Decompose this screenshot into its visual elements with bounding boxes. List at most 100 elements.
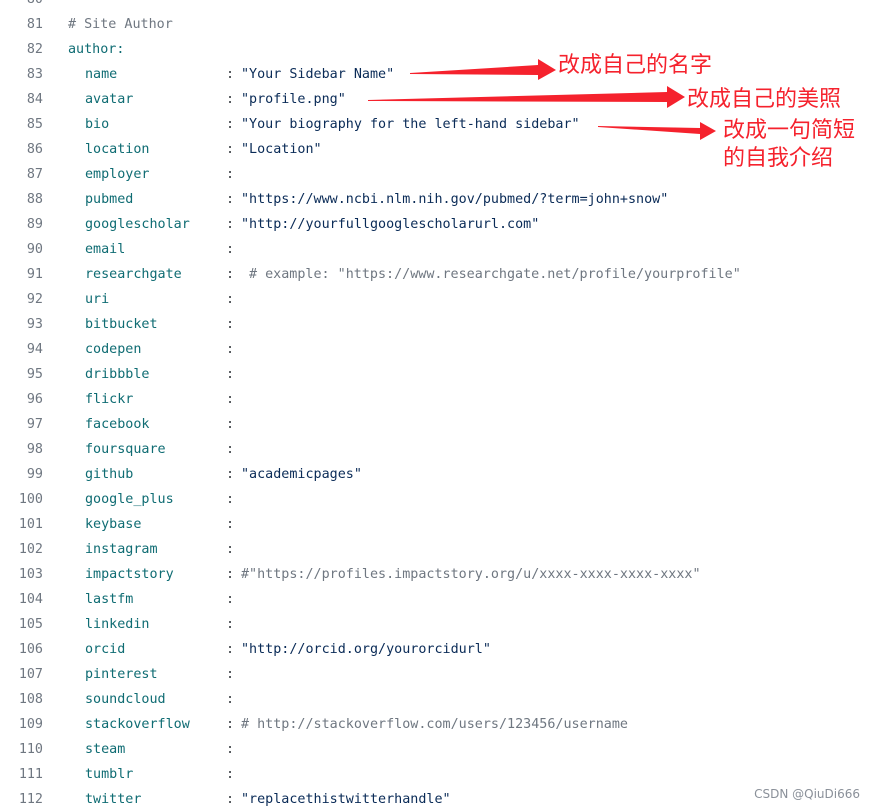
yaml-colon: : <box>226 67 235 82</box>
line-number: 93 <box>26 317 43 332</box>
yaml-comment: # example: "https://www.researchgate.net… <box>249 267 741 282</box>
yaml-value: "https://www.ncbi.nlm.nih.gov/pubmed/?te… <box>241 192 669 207</box>
code-line: 106 orcid: "http://orcid.org/yourorcidurl" <box>0 637 875 662</box>
yaml-colon: : <box>226 367 235 382</box>
yaml-key: steam <box>85 742 126 757</box>
yaml-key: googlescholar <box>85 217 190 232</box>
yaml-comment: #"https://profiles.impactstory.org/u/xxx… <box>241 567 701 582</box>
yaml-colon: : <box>226 192 235 207</box>
yaml-colon: : <box>226 167 235 182</box>
yaml-key: codepen <box>85 342 142 357</box>
code-line: 98 foursquare: <box>0 437 875 462</box>
code-line: 109 stackoverflow: # http://stackoverflow.… <box>0 712 875 737</box>
yaml-key: name <box>85 67 118 82</box>
code-line: 101 keybase: <box>0 512 875 537</box>
code-line: 108 soundcloud: <box>0 687 875 712</box>
code-line: 97 facebook: <box>0 412 875 437</box>
line-number: 109 <box>18 717 43 732</box>
code-line: 93 bitbucket: <box>0 312 875 337</box>
yaml-key: orcid <box>85 642 126 657</box>
yaml-value: "http://orcid.org/yourorcidurl" <box>241 642 491 657</box>
yaml-colon: : <box>226 767 235 782</box>
line-number: 101 <box>18 517 43 532</box>
yaml-colon: : <box>226 292 235 307</box>
line-number: 88 <box>26 192 43 207</box>
yaml-value: "http://yourfullgooglescholarurl.com" <box>241 217 540 232</box>
line-number: 94 <box>26 342 43 357</box>
line-number: 96 <box>26 392 43 407</box>
yaml-key: lastfm <box>85 592 134 607</box>
yaml-colon: : <box>226 442 235 457</box>
code-line: 89 googlescholar: "http://yourfullgooglesc… <box>0 212 875 237</box>
yaml-colon: : <box>226 567 235 582</box>
line-number: 84 <box>26 92 43 107</box>
yaml-colon: : <box>226 617 235 632</box>
code-line: 112 twitter: "replacethistwitterhandle" <box>0 787 875 812</box>
annotation-change-bio: 改成一句简短 的自我介绍 <box>723 118 856 171</box>
yaml-key: avatar <box>85 92 134 107</box>
line-number: 99 <box>26 467 43 482</box>
line-number: 106 <box>18 642 43 657</box>
line-number: 111 <box>18 767 43 782</box>
line-number: 87 <box>26 167 43 182</box>
code-line: 90 email: <box>0 237 875 262</box>
yaml-key: impactstory <box>85 567 174 582</box>
code-line: 107 pinterest: <box>0 662 875 687</box>
line-number: 86 <box>26 142 43 157</box>
line-number: 95 <box>26 367 43 382</box>
yaml-value: "Your Sidebar Name" <box>241 67 395 82</box>
code-line: 105 linkedin: <box>0 612 875 637</box>
yaml-key: employer <box>85 167 150 182</box>
yaml-colon: : <box>226 467 235 482</box>
yaml-colon: : <box>226 342 235 357</box>
line-number: 80 <box>0 0 43 12</box>
line-number: 91 <box>26 267 43 282</box>
yaml-colon: : <box>226 667 235 682</box>
yaml-colon: : <box>226 717 235 732</box>
line-number: 104 <box>18 592 43 607</box>
code-line: 80 <box>0 0 875 12</box>
yaml-key: location <box>85 142 150 157</box>
code-line: 103 impactstory: #"https://profiles.impact… <box>0 562 875 587</box>
line-number: 108 <box>18 692 43 707</box>
yaml-key: pubmed <box>85 192 134 207</box>
yaml-key: stackoverflow <box>85 717 190 732</box>
yaml-key: researchgate <box>85 267 182 282</box>
yaml-colon: : <box>226 417 235 432</box>
yaml-key: keybase <box>85 517 142 532</box>
code-line: 94 codepen: <box>0 337 875 362</box>
line-number: 103 <box>18 567 43 582</box>
yaml-key: dribbble <box>85 367 150 382</box>
line-number: 98 <box>26 442 43 457</box>
yaml-key: facebook <box>85 417 150 432</box>
yaml-key: foursquare <box>85 442 166 457</box>
code-line: 96 flickr: <box>0 387 875 412</box>
annotation-change-name: 改成自己的名字 <box>558 53 713 78</box>
yaml-colon: : <box>226 692 235 707</box>
yaml-value: "academicpages" <box>241 467 362 482</box>
yaml-key: tumblr <box>85 767 134 782</box>
yaml-key: pinterest <box>85 667 158 682</box>
code-line: 83 name: "Your Sidebar Name" <box>0 62 875 87</box>
code-line: 104 lastfm: <box>0 587 875 612</box>
line-number: 90 <box>26 242 43 257</box>
yaml-colon: : <box>226 92 235 107</box>
code-line: 111 tumblr: <box>0 762 875 787</box>
code-line: 110 steam: <box>0 737 875 762</box>
yaml-key: uri <box>85 292 110 307</box>
yaml-key: github <box>85 467 134 482</box>
yaml-colon: : <box>226 217 235 232</box>
code-line: 100 google_plus: <box>0 487 875 512</box>
line-number: 100 <box>18 492 43 507</box>
yaml-colon: : <box>226 592 235 607</box>
yaml-value: "replacethistwitterhandle" <box>241 792 451 807</box>
line-number: 81 <box>26 17 43 32</box>
yaml-key: soundcloud <box>85 692 166 707</box>
yaml-colon: : <box>226 492 235 507</box>
yaml-key: author: <box>68 42 125 57</box>
line-number: 82 <box>26 42 43 57</box>
code-line: 92 uri: <box>0 287 875 312</box>
line-number: 105 <box>18 617 43 632</box>
yaml-key: flickr <box>85 392 134 407</box>
yaml-key: bitbucket <box>85 317 158 332</box>
